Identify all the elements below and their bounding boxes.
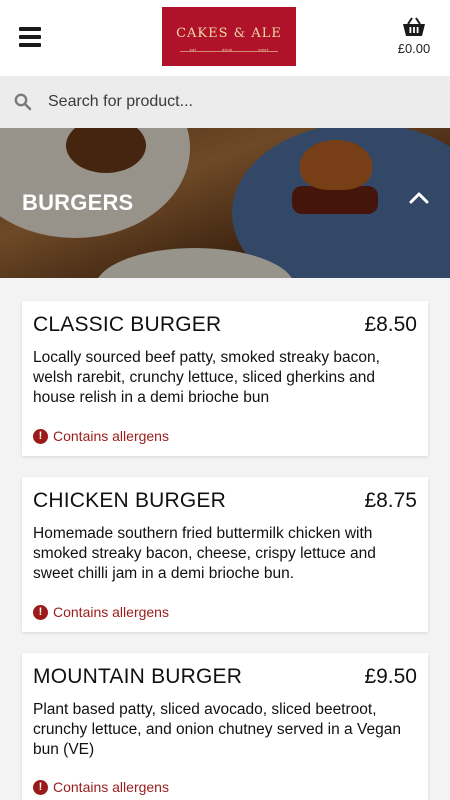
allergen-link[interactable]: ! Contains allergens [33, 428, 169, 444]
product-card[interactable]: MOUNTAIN BURGER £9.50 Plant based patty,… [22, 653, 428, 800]
product-name: CLASSIC BURGER [33, 313, 222, 336]
allergen-link[interactable]: ! Contains allergens [33, 779, 169, 795]
logo-text: CAKES & ALE [176, 26, 282, 41]
search-icon [14, 93, 32, 111]
exclamation-circle-icon: ! [33, 604, 48, 620]
brand-logo[interactable]: CAKES & ALE eat drink meet [162, 7, 296, 66]
cart-button[interactable]: £0.00 [392, 16, 436, 56]
hamburger-menu-icon[interactable] [19, 27, 41, 49]
exclamation-circle-icon: ! [33, 428, 48, 444]
product-name: CHICKEN BURGER [33, 489, 226, 512]
product-price: £8.75 [364, 489, 417, 512]
chevron-up-icon[interactable] [408, 191, 430, 205]
app-header: CAKES & ALE eat drink meet £0.00 [0, 0, 450, 76]
basket-icon [403, 17, 425, 36]
product-price: £9.50 [364, 665, 417, 688]
product-card[interactable]: CLASSIC BURGER £8.50 Locally sourced bee… [22, 301, 428, 456]
category-title: BURGERS [22, 190, 134, 215]
category-banner[interactable]: BURGERS [0, 128, 450, 278]
search-input[interactable] [48, 89, 428, 115]
exclamation-circle-icon: ! [33, 779, 48, 795]
product-description: Plant based patty, sliced avocado, slice… [33, 701, 401, 758]
logo-divider [180, 51, 278, 52]
product-card[interactable]: CHICKEN BURGER £8.75 Homemade southern f… [22, 477, 428, 632]
search-bar [0, 76, 450, 128]
product-name: MOUNTAIN BURGER [33, 665, 243, 688]
product-description: Locally sourced beef patty, smoked strea… [33, 349, 380, 406]
allergen-label: Contains allergens [53, 428, 169, 444]
allergen-label: Contains allergens [53, 779, 169, 795]
cart-total: £0.00 [397, 41, 431, 56]
allergen-label: Contains allergens [53, 604, 169, 620]
product-description: Homemade southern fried buttermilk chick… [33, 525, 376, 582]
allergen-link[interactable]: ! Contains allergens [33, 604, 169, 620]
product-price: £8.50 [364, 313, 417, 336]
